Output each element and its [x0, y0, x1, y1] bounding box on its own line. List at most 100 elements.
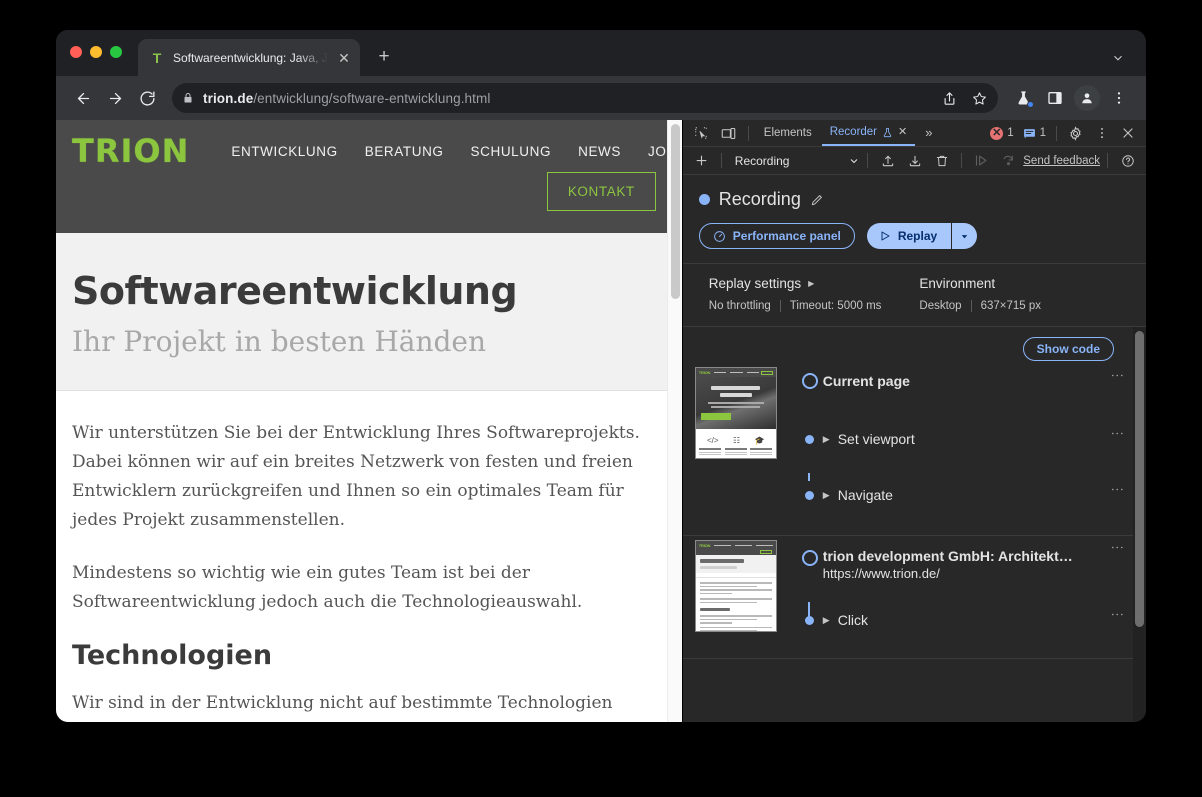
kebab-menu-icon[interactable]: [1089, 122, 1114, 145]
environment-column: Environment Desktop 637×715 px: [919, 276, 1130, 312]
recorder-steps-area: Show code TRION </> ☷ 🎓 Current page ⋮ ▶…: [682, 327, 1146, 722]
inspect-element-icon[interactable]: [689, 122, 714, 145]
browser-toolbar: trion.de/entwicklung/software-entwicklun…: [56, 76, 1146, 120]
pencil-icon[interactable]: [810, 193, 824, 207]
replay-dropdown-chevron-down-icon[interactable]: [951, 223, 978, 249]
labs-flask-icon[interactable]: [1008, 83, 1038, 113]
step-row-navigate[interactable]: ▶ Navigate ⋮: [683, 473, 1146, 529]
recording-title: Recording: [718, 189, 801, 209]
step-kebab-menu-icon[interactable]: ⋮: [1110, 427, 1125, 440]
error-circle-icon: ✕: [990, 126, 1004, 140]
address-bar-url: trion.de/entwicklung/software-entwicklun…: [203, 91, 490, 106]
nav-link-news[interactable]: NEWS: [578, 144, 621, 159]
step-main: Current page ⋮: [823, 361, 1146, 389]
divider: [961, 153, 963, 168]
continue-replay-icon[interactable]: [969, 149, 994, 172]
share-icon[interactable]: [936, 85, 962, 111]
tab-elements[interactable]: Elements: [756, 120, 820, 146]
close-devtools-icon[interactable]: [1115, 122, 1140, 145]
step-row-current-page[interactable]: TRION </> ☷ 🎓 Current page ⋮: [683, 361, 1146, 459]
step-kebab-menu-icon[interactable]: ⋮: [1110, 608, 1125, 621]
nav-link-beratung[interactable]: BERATUNG: [365, 144, 444, 159]
content-split: TRION ENTWICKLUNG BERATUNG SCHULUNG NEWS…: [56, 120, 1146, 722]
import-recording-icon[interactable]: [875, 149, 900, 172]
export-recording-icon[interactable]: [902, 149, 927, 172]
gear-icon[interactable]: [1063, 122, 1088, 145]
add-recording-button[interactable]: [689, 149, 714, 172]
caret-right-icon: ▶: [822, 433, 830, 444]
step-node: [804, 435, 814, 444]
error-count-badge[interactable]: ✕ 1: [986, 126, 1017, 140]
step-row-set-viewport[interactable]: ▶ Set viewport ⋮: [683, 417, 1146, 473]
device-toolbar-icon[interactable]: [716, 122, 741, 145]
delete-recording-icon[interactable]: [929, 149, 954, 172]
replay-button[interactable]: Replay: [866, 223, 952, 249]
play-icon: [879, 230, 891, 242]
replay-label: Replay: [897, 229, 938, 243]
step-over-icon[interactable]: [996, 149, 1021, 172]
help-icon[interactable]: [1115, 149, 1140, 172]
divider: [720, 153, 722, 168]
step-kebab-menu-icon[interactable]: ⋮: [1110, 541, 1125, 554]
caret-right-icon: ▶: [808, 279, 815, 288]
tab-recorder-close-icon[interactable]: ✕: [898, 120, 907, 145]
page-title: Softwareentwicklung: [72, 269, 518, 313]
recording-select[interactable]: Recording: [729, 154, 860, 168]
tab-list-chevron-down-icon[interactable]: [1106, 46, 1130, 70]
step-row-click[interactable]: ▶ Click ⋮: [683, 602, 1146, 658]
forward-button[interactable]: [100, 83, 130, 113]
maximize-window-button[interactable]: [110, 46, 122, 58]
kontakt-button[interactable]: KONTAKT: [546, 172, 656, 211]
step-kebab-menu-icon[interactable]: ⋮: [1110, 483, 1125, 496]
replay-settings-toggle[interactable]: Replay settings ▶: [709, 276, 920, 291]
devtools-tab-bar: Elements Recorder ✕ » ✕ 1 1: [682, 120, 1146, 147]
page-scrollbar-thumb[interactable]: [670, 124, 680, 299]
step-section: TRION: [682, 361, 1146, 536]
show-code-button[interactable]: Show code: [1022, 337, 1114, 361]
device-value: Desktop: [919, 300, 962, 312]
step-label: Click: [837, 612, 869, 628]
step-expand-set-viewport[interactable]: ▶ Set viewport: [823, 431, 1138, 447]
tab-strip: T Softwareentwicklung: Java, Ja ✕ +: [56, 30, 1146, 76]
profile-avatar[interactable]: [1072, 83, 1102, 113]
more-tabs-icon[interactable]: »: [917, 120, 940, 146]
replay-settings-label: Replay settings: [708, 276, 802, 291]
send-feedback-link[interactable]: Send feedback: [1023, 155, 1100, 167]
back-button[interactable]: [68, 83, 98, 113]
viewport-value: 637×715 px: [970, 300, 1050, 312]
tab-close-icon[interactable]: ✕: [336, 50, 352, 66]
step-row-trion-page[interactable]: TRION trion development GmbH: Architekt……: [683, 536, 1146, 632]
address-bar[interactable]: trion.de/entwicklung/software-entwicklun…: [172, 83, 998, 113]
bookmark-star-icon[interactable]: [966, 85, 992, 111]
divider: [1107, 153, 1108, 168]
chrome-menu-icon[interactable]: [1104, 83, 1134, 113]
performance-panel-button[interactable]: Performance panel: [698, 223, 855, 249]
step-node: [804, 616, 814, 625]
new-tab-button[interactable]: +: [372, 44, 396, 68]
side-panel-icon[interactable]: [1040, 83, 1070, 113]
message-count-badge[interactable]: 1: [1019, 127, 1050, 140]
step-node: [804, 491, 814, 500]
paragraph-2: Mindestens so wichtig wie ein gutes Team…: [72, 562, 583, 612]
site-logo[interactable]: TRION: [72, 135, 189, 167]
step-expand-navigate[interactable]: ▶ Navigate: [823, 487, 1138, 503]
page-body: Wir unterstützen Sie bei der Entwicklung…: [56, 391, 682, 722]
browser-tab[interactable]: T Softwareentwicklung: Java, Ja ✕: [138, 39, 360, 76]
address-bar-path: /entwicklung/software-entwicklung.html: [253, 90, 491, 106]
reload-button[interactable]: [132, 83, 162, 113]
nav-link-entwicklung[interactable]: ENTWICKLUNG: [231, 144, 337, 159]
caret-right-icon: ▶: [822, 489, 830, 500]
step-node: [801, 373, 818, 389]
caret-right-icon: ▶: [822, 614, 830, 625]
minimize-window-button[interactable]: [90, 46, 102, 58]
nav-link-schulung[interactable]: SCHULUNG: [471, 144, 552, 159]
close-window-button[interactable]: [70, 46, 82, 58]
page-scrollbar[interactable]: [666, 120, 682, 722]
tab-recorder[interactable]: Recorder ✕: [821, 120, 916, 146]
step-section: TRION: [682, 536, 1146, 659]
step-kebab-menu-icon[interactable]: ⋮: [1110, 369, 1125, 382]
step-expand-click[interactable]: ▶ Click: [823, 612, 1138, 628]
devtools-scrollbar-thumb[interactable]: [1135, 331, 1144, 627]
error-count: 1: [1007, 127, 1014, 139]
lock-icon: [182, 92, 194, 104]
